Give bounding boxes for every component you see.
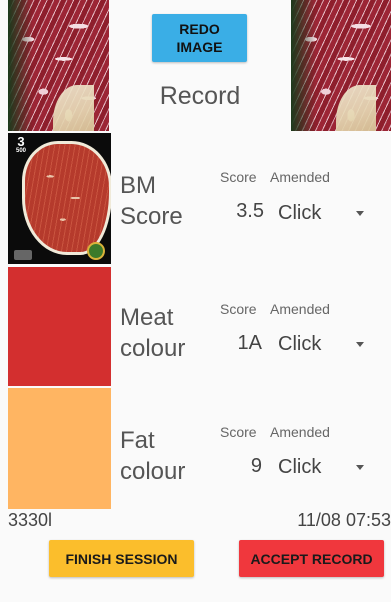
image-fat-cap [336,85,376,131]
reference-grade: 3 [17,134,25,149]
row-label-line2: colour [120,458,186,485]
reference-sub: 500 [15,148,26,154]
chevron-down-icon [356,210,364,216]
score-column-header: Score [220,169,257,185]
fat-colour-swatch [8,388,111,509]
fat-colour-score-value: 9 [250,455,262,477]
finish-session-button[interactable]: FINISH SESSION [49,540,194,577]
bm-score-label: BM Score [120,170,183,232]
row-label-line1: Fat [120,427,155,454]
row-label-line2: colour [120,335,186,362]
image-fat-cap [53,85,94,131]
bm-amended-dropdown[interactable]: Click [278,198,370,228]
amended-column-header: Amended [270,301,330,317]
amended-column-header: Amended [270,169,330,185]
image-shadow [291,0,316,131]
record-timestamp: 11/08 07:53 [297,510,391,530]
meat-colour-label: Meat colour [120,302,185,364]
bm-score-value: 3.5 [236,200,264,222]
captured-image-left [8,0,109,131]
score-column-header: Score [220,424,257,440]
dropdown-value: Click [278,201,322,224]
meat-colour-score-value: 1A [237,332,262,354]
row-label-line2: Score [120,203,183,230]
reference-steak-image [22,141,111,255]
page-title: Record [159,82,241,110]
bm-reference-card: 3 500 [8,133,111,264]
chevron-down-icon [356,464,364,470]
redo-image-button[interactable]: REDO IMAGE [152,14,247,62]
dropdown-value: Click [278,455,322,478]
amended-column-header: Amended [270,424,330,440]
reference-badge: 3 500 [10,135,32,155]
record-id: 3330l [8,510,53,530]
aus-meat-logo [14,250,32,260]
meat-colour-amended-dropdown[interactable]: Click [278,329,370,359]
dropdown-value: Click [278,332,322,355]
fat-colour-amended-dropdown[interactable]: Click [278,452,370,482]
accept-record-button[interactable]: ACCEPT RECORD [239,540,384,577]
chevron-down-icon [356,341,364,347]
fat-colour-label: Fat colour [120,425,185,487]
score-column-header: Score [220,301,257,317]
captured-image-right [291,0,391,131]
image-shadow [8,0,34,131]
row-label-line1: Meat [120,304,174,331]
meat-colour-swatch [8,267,111,386]
row-label-line1: BM [120,172,156,199]
certification-seal-icon [87,242,105,260]
